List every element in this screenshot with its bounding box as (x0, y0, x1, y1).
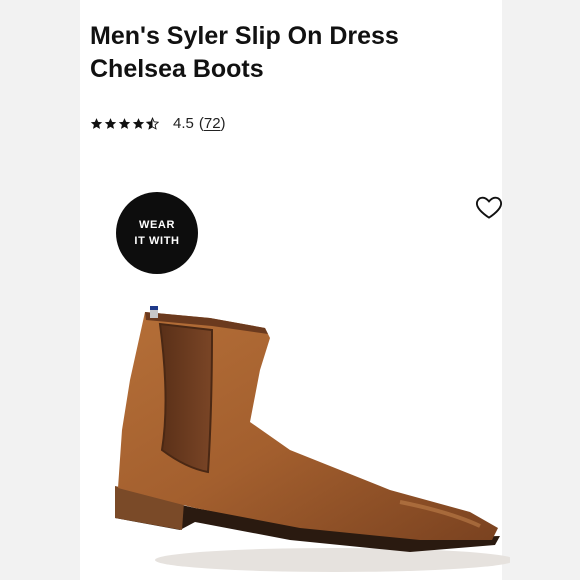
badge-line-1: WEAR (138, 218, 175, 231)
boot-elastic-panel (158, 322, 214, 474)
star-icon (90, 117, 103, 129)
boot-pull-tab-stripe (150, 306, 158, 310)
rating-row[interactable]: 4.5 (72) (90, 113, 226, 133)
rating-value: 4.5 (173, 114, 194, 132)
rating-stars (90, 116, 159, 130)
star-icon (132, 117, 145, 129)
star-icon (118, 117, 131, 129)
boot-shadow (155, 548, 510, 572)
heart-outline-icon[interactable] (474, 192, 504, 222)
badge-line-2: IT WITH (134, 235, 180, 247)
rating-count-close-paren: ) (220, 114, 226, 132)
half-star-icon (146, 116, 159, 130)
wear-it-with-button[interactable]: WEAR IT WITH (116, 192, 198, 274)
product-title: Men's Syler Slip On Dress Chelsea Boots (90, 22, 399, 83)
star-icon (104, 117, 117, 129)
product-image (115, 306, 510, 572)
rating-count-link[interactable]: 72 (204, 115, 221, 132)
